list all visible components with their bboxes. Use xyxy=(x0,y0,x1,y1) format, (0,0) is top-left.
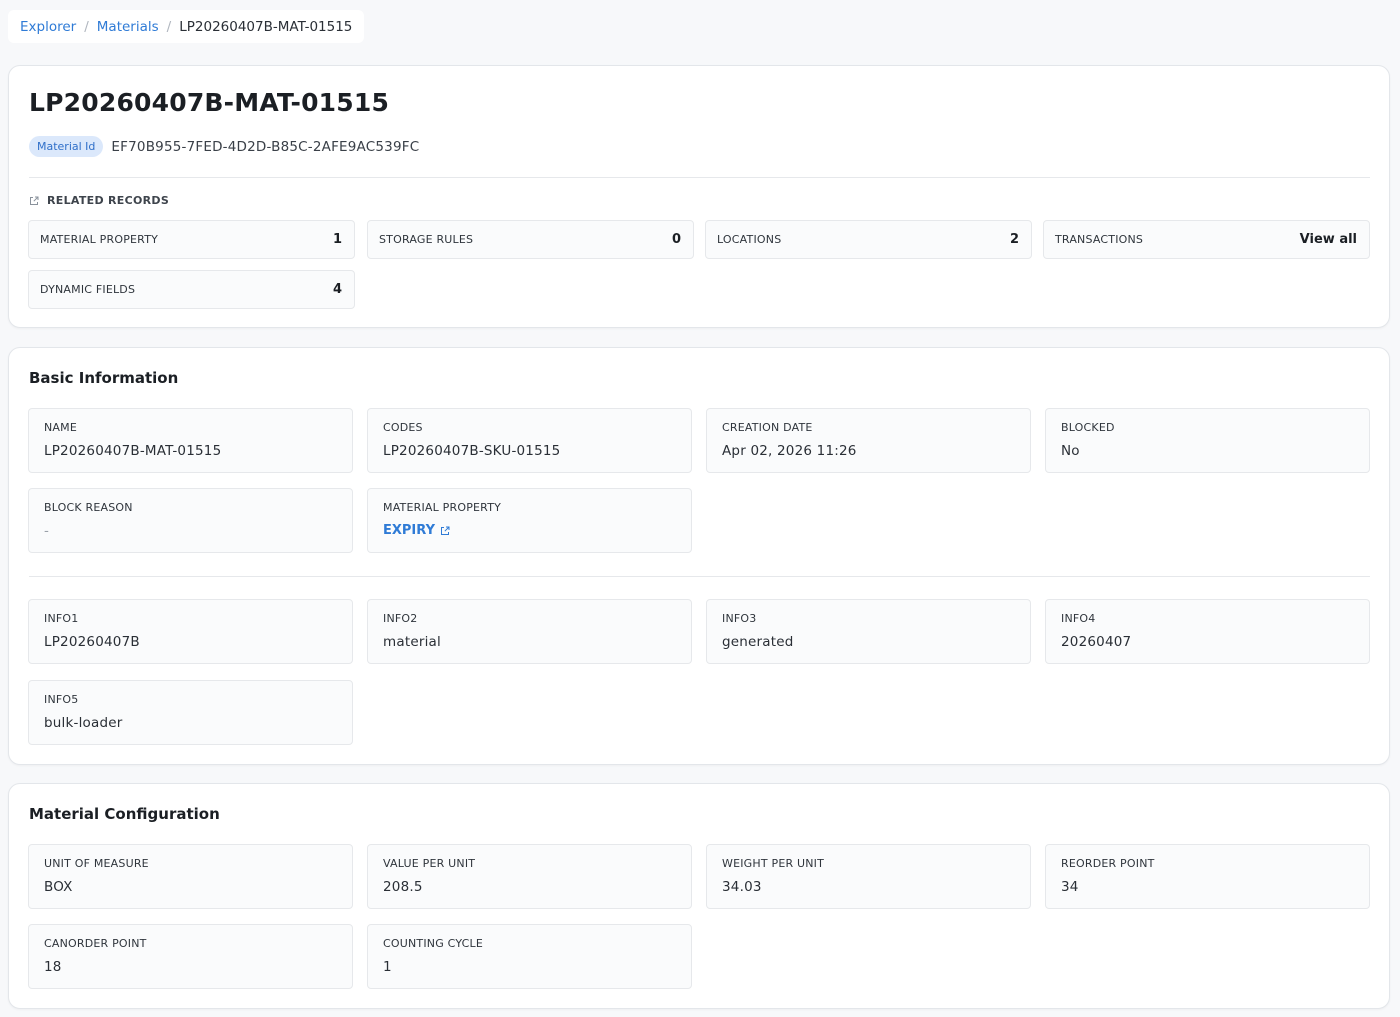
header-divider xyxy=(29,177,1370,178)
field-value: LP20260407B-MAT-01515 xyxy=(44,443,222,459)
field-label: BLOCK REASON xyxy=(44,501,133,514)
basic-info-divider xyxy=(29,576,1370,577)
related-dynamic-fields[interactable]: DYNAMIC FIELDS 4 xyxy=(28,270,355,309)
field-label: BLOCKED xyxy=(1061,421,1115,434)
material-id-row: Material Id EF70B955-7FED-4D2D-B85C-2AFE… xyxy=(29,136,419,157)
related-count: 2 xyxy=(1009,232,1019,247)
field-value: No xyxy=(1061,443,1080,459)
material-header-card: LP20260407B-MAT-01515 Material Id EF70B9… xyxy=(8,65,1390,328)
field-weight-per-unit: WEIGHT PER UNIT 34.03 xyxy=(706,844,1031,909)
field-label: INFO4 xyxy=(1061,612,1096,625)
field-block-reason: BLOCK REASON - xyxy=(28,488,353,553)
field-info1: INFO1 LP20260407B xyxy=(28,599,353,664)
related-count: 0 xyxy=(671,232,681,247)
field-value: BOX xyxy=(44,879,73,895)
related-count: 4 xyxy=(332,282,342,297)
field-value: 20260407 xyxy=(1061,634,1132,650)
field-label: UNIT OF MEASURE xyxy=(44,857,149,870)
related-label: MATERIAL PROPERTY xyxy=(40,233,159,246)
field-value: generated xyxy=(722,634,794,650)
related-label: STORAGE RULES xyxy=(379,233,474,246)
field-label: CODES xyxy=(383,421,423,434)
field-label: NAME xyxy=(44,421,77,434)
related-storage-rules[interactable]: STORAGE RULES 0 xyxy=(367,220,694,259)
field-info5: INFO5 bulk-loader xyxy=(28,680,353,745)
field-value: - xyxy=(44,523,50,539)
field-creation-date: CREATION DATE Apr 02, 2026 11:26 xyxy=(706,408,1031,473)
external-link-icon xyxy=(30,196,39,205)
breadcrumb-separator: / xyxy=(84,18,89,35)
field-value: material xyxy=(383,634,441,650)
field-value: bulk-loader xyxy=(44,715,123,731)
breadcrumb-current: LP20260407B-MAT-01515 xyxy=(179,18,353,35)
field-label: VALUE PER UNIT xyxy=(383,857,476,870)
related-records-heading: RELATED RECORDS xyxy=(29,194,169,207)
view-all-link[interactable]: View all xyxy=(1300,232,1357,247)
field-value: LP20260407B-SKU-01515 xyxy=(383,443,561,459)
field-material-property: MATERIAL PROPERTY EXPIRY xyxy=(367,488,692,553)
breadcrumb: Explorer / Materials / LP20260407B-MAT-0… xyxy=(8,10,365,43)
field-label: MATERIAL PROPERTY xyxy=(383,501,502,514)
material-configuration-title: Material Configuration xyxy=(29,805,220,823)
field-name: NAME LP20260407B-MAT-01515 xyxy=(28,408,353,473)
field-value: 1 xyxy=(383,959,392,975)
related-label: TRANSACTIONS xyxy=(1055,233,1144,246)
field-label: INFO3 xyxy=(722,612,757,625)
page-title: LP20260407B-MAT-01515 xyxy=(29,88,390,117)
breadcrumb-explorer-link[interactable]: Explorer xyxy=(20,19,76,35)
basic-information-card: Basic Information NAME LP20260407B-MAT-0… xyxy=(8,347,1390,765)
field-label: INFO1 xyxy=(44,612,79,625)
field-unit-of-measure: UNIT OF MEASURE BOX xyxy=(28,844,353,909)
field-reorder-point: REORDER POINT 34 xyxy=(1045,844,1370,909)
field-value-per-unit: VALUE PER UNIT 208.5 xyxy=(367,844,692,909)
related-transactions[interactable]: TRANSACTIONS View all xyxy=(1043,220,1370,259)
field-blocked: BLOCKED No xyxy=(1045,408,1370,473)
related-label: LOCATIONS xyxy=(717,233,782,246)
field-label: CREATION DATE xyxy=(722,421,813,434)
field-value: 34.03 xyxy=(722,879,762,895)
field-value: 34 xyxy=(1061,879,1079,895)
basic-information-title: Basic Information xyxy=(29,369,179,387)
field-info3: INFO3 generated xyxy=(706,599,1031,664)
field-label: WEIGHT PER UNIT xyxy=(722,857,825,870)
related-material-property[interactable]: MATERIAL PROPERTY 1 xyxy=(28,220,355,259)
field-label: INFO2 xyxy=(383,612,418,625)
related-label: DYNAMIC FIELDS xyxy=(40,283,136,296)
field-label: COUNTING CYCLE xyxy=(383,937,483,950)
material-property-link[interactable]: EXPIRY xyxy=(383,523,450,538)
field-value: 208.5 xyxy=(383,879,423,895)
field-label: INFO5 xyxy=(44,693,79,706)
field-codes: CODES LP20260407B-SKU-01515 xyxy=(367,408,692,473)
field-label: REORDER POINT xyxy=(1061,857,1155,870)
related-locations[interactable]: LOCATIONS 2 xyxy=(705,220,1032,259)
field-value: LP20260407B xyxy=(44,634,140,650)
material-id-value: EF70B955-7FED-4D2D-B85C-2AFE9AC539FC xyxy=(111,138,420,155)
material-configuration-card: Material Configuration UNIT OF MEASURE B… xyxy=(8,783,1390,1009)
material-property-link-label: EXPIRY xyxy=(383,523,435,538)
field-info2: INFO2 material xyxy=(367,599,692,664)
material-id-badge: Material Id xyxy=(29,136,104,157)
field-counting-cycle: COUNTING CYCLE 1 xyxy=(367,924,692,989)
field-value: Apr 02, 2026 11:26 xyxy=(722,443,857,459)
related-records-label: RELATED RECORDS xyxy=(47,194,170,207)
field-canorder-point: CANORDER POINT 18 xyxy=(28,924,353,989)
field-value: 18 xyxy=(44,959,62,975)
field-label: CANORDER POINT xyxy=(44,937,147,950)
related-count: 1 xyxy=(332,232,342,247)
external-link-icon xyxy=(440,526,450,535)
breadcrumb-materials-link[interactable]: Materials xyxy=(97,19,159,35)
field-info4: INFO4 20260407 xyxy=(1045,599,1370,664)
breadcrumb-separator: / xyxy=(166,18,172,35)
